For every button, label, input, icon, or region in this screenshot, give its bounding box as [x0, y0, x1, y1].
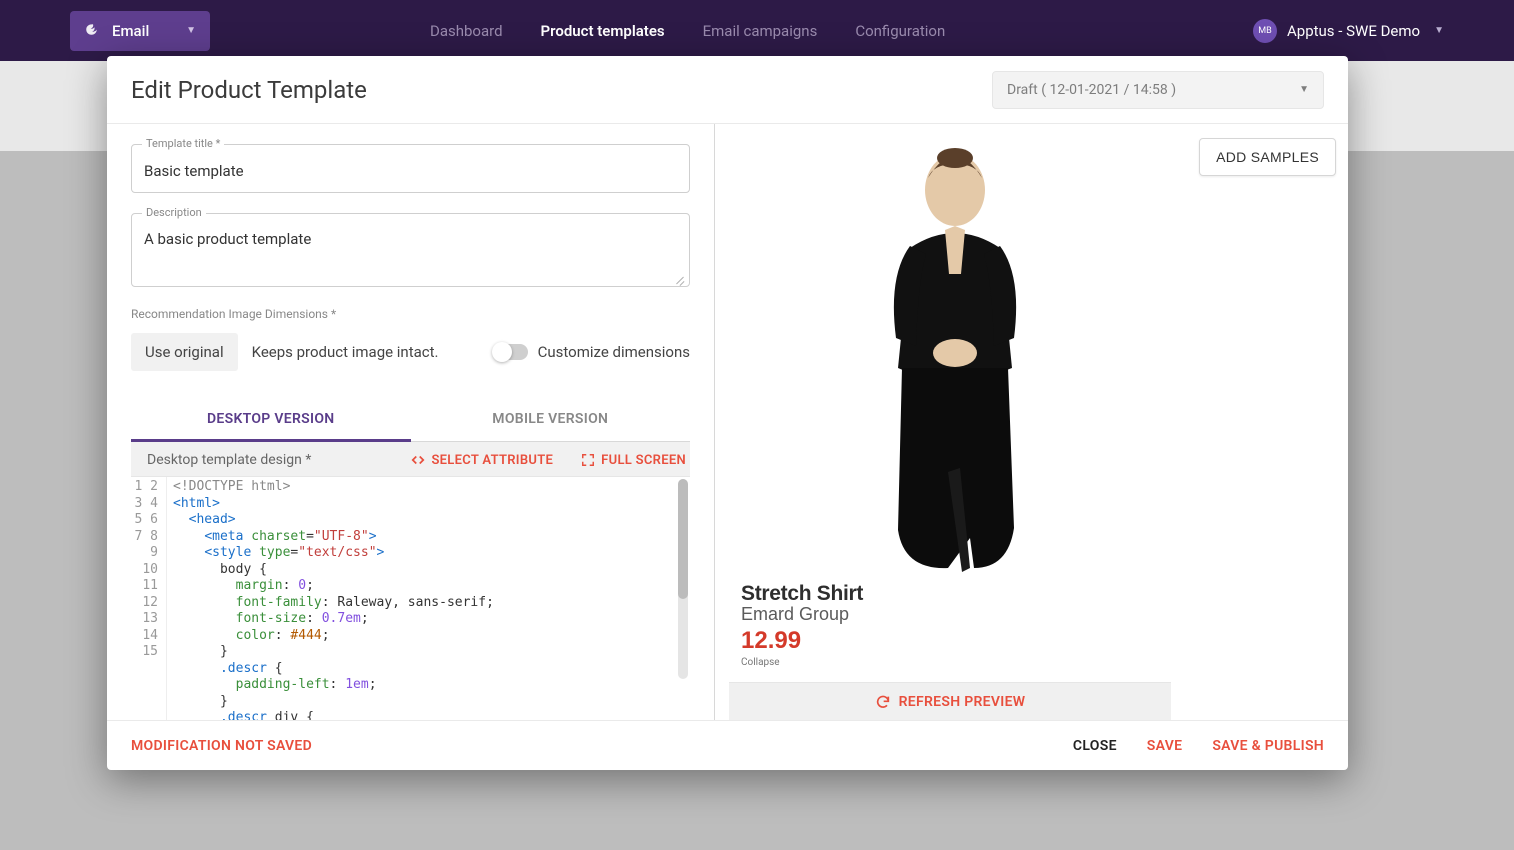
preview-pane: Stretch Shirt Emard Group 12.99 Collapse… — [729, 138, 1171, 720]
refresh-preview-button[interactable]: REFRESH PREVIEW — [729, 682, 1171, 720]
product-info: Stretch Shirt Emard Group 12.99 Collapse — [729, 578, 1171, 674]
account-label: Apptus - SWE Demo — [1287, 22, 1420, 40]
caret-down-icon: ▼ — [1434, 25, 1444, 36]
nav-dashboard[interactable]: Dashboard — [430, 22, 503, 40]
email-dropdown-label: Email — [112, 22, 149, 40]
description-input[interactable] — [144, 230, 677, 270]
tab-desktop[interactable]: DESKTOP VERSION — [131, 399, 411, 442]
customize-dimensions-label: Customize dimensions — [538, 343, 690, 361]
draft-version-label: Draft ( 12-01-2021 / 14:58 ) — [1007, 82, 1176, 98]
close-button[interactable]: CLOSE — [1073, 738, 1117, 754]
product-price: 12.99 — [741, 627, 1159, 655]
collapse-link[interactable]: Collapse — [741, 657, 1159, 668]
nav-configuration[interactable]: Configuration — [855, 22, 945, 40]
line-gutter: 1 2 3 4 5 6 7 8 9 10 11 12 13 14 15 — [131, 477, 167, 720]
editor-scrollbar[interactable] — [678, 479, 688, 679]
editor-toolbar: Desktop template design * SELECT ATTRIBU… — [131, 442, 690, 476]
product-brand: Emard Group — [741, 604, 1159, 625]
image-dimensions-label: Recommendation Image Dimensions * — [131, 307, 690, 321]
refresh-icon — [875, 694, 891, 710]
scrollbar-thumb[interactable] — [678, 479, 688, 599]
nav-email-campaigns[interactable]: Email campaigns — [703, 22, 818, 40]
email-dropdown-button[interactable]: Email ▼ — [70, 11, 210, 51]
product-name: Stretch Shirt — [741, 582, 1159, 606]
template-title-label: Template title * — [142, 137, 224, 150]
app-logo-icon — [84, 22, 102, 40]
toggle-switch[interactable] — [494, 344, 528, 360]
use-original-description: Keeps product image intact. — [252, 343, 439, 361]
design-label: Desktop template design * — [147, 452, 311, 468]
code-area[interactable]: <!DOCTYPE html> <html> <head> <meta char… — [167, 477, 690, 720]
add-samples-button[interactable]: ADD SAMPLES — [1199, 138, 1336, 176]
save-button[interactable]: SAVE — [1147, 738, 1183, 754]
description-field[interactable]: Description — [131, 213, 690, 287]
preview-card: Stretch Shirt Emard Group 12.99 Collapse — [729, 138, 1171, 682]
edit-template-modal: Edit Product Template Draft ( 12-01-2021… — [107, 56, 1348, 770]
topbar: Email ▼ Dashboard Product templates Emai… — [0, 0, 1514, 61]
description-label: Description — [142, 206, 206, 219]
image-dimensions-row: Use original Keeps product image intact.… — [131, 333, 690, 371]
select-attribute-button[interactable]: SELECT ATTRIBUTE — [411, 453, 553, 468]
modal-footer: MODIFICATION NOT SAVED CLOSE SAVE SAVE &… — [107, 720, 1348, 770]
full-screen-button[interactable]: FULL SCREEN — [581, 453, 686, 468]
code-editor[interactable]: 1 2 3 4 5 6 7 8 9 10 11 12 13 14 15 <!DO… — [131, 476, 690, 720]
caret-down-icon: ▼ — [186, 25, 196, 36]
use-original-chip[interactable]: Use original — [131, 333, 238, 371]
modal-title: Edit Product Template — [131, 76, 367, 104]
modal-header: Edit Product Template Draft ( 12-01-2021… — [107, 56, 1348, 124]
customize-dimensions-toggle[interactable]: Customize dimensions — [494, 343, 690, 361]
resize-handle-icon[interactable] — [675, 274, 685, 284]
right-panel: Stretch Shirt Emard Group 12.99 Collapse… — [715, 124, 1348, 720]
draft-version-select[interactable]: Draft ( 12-01-2021 / 14:58 ) ▼ — [992, 71, 1324, 109]
template-title-input[interactable] — [144, 162, 677, 180]
samples-column: ADD SAMPLES — [1199, 138, 1336, 720]
unsaved-warning: MODIFICATION NOT SAVED — [131, 738, 312, 754]
nav-product-templates[interactable]: Product templates — [541, 22, 665, 40]
version-tabs: DESKTOP VERSION MOBILE VERSION — [131, 399, 690, 442]
template-title-field[interactable]: Template title * — [131, 144, 690, 193]
code-icon — [411, 453, 425, 467]
save-publish-button[interactable]: SAVE & PUBLISH — [1212, 738, 1324, 754]
product-image — [810, 138, 1090, 578]
account-menu[interactable]: MB Apptus - SWE Demo ▼ — [1253, 0, 1444, 61]
fullscreen-icon — [581, 453, 595, 467]
modal-body: Template title * Description Recommendat… — [107, 124, 1348, 720]
caret-down-icon: ▼ — [1299, 84, 1309, 95]
main-nav: Dashboard Product templates Email campai… — [430, 0, 945, 61]
tab-mobile[interactable]: MOBILE VERSION — [411, 399, 691, 441]
left-panel: Template title * Description Recommendat… — [107, 124, 715, 720]
avatar: MB — [1253, 19, 1277, 43]
